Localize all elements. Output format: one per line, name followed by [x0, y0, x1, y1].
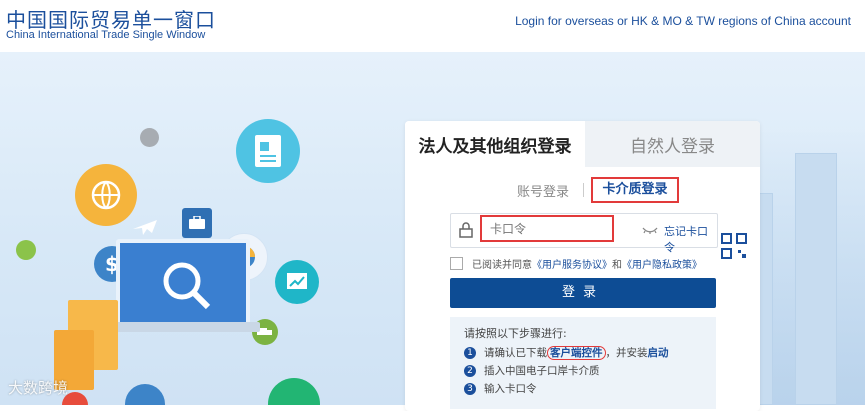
building-shape [795, 153, 837, 405]
card-pin-input[interactable] [480, 215, 614, 242]
overseas-login-link[interactable]: Login for overseas or HK & MO & TW regio… [515, 14, 851, 28]
briefcase-icon [182, 208, 212, 238]
step-item: 3 输入卡口令 [464, 381, 537, 396]
step-text: 请确认已下载 [484, 347, 547, 359]
step-text: ，并安装 [605, 347, 648, 359]
pin-field-row: 忘记卡口令 [450, 213, 718, 254]
tab-organization-login[interactable]: 法人及其他组织登录 [405, 121, 585, 167]
login-panel: 法人及其他组织登录 自然人登录 账号登录 卡介质登录 忘记卡口令 已阅读并同意《… [405, 121, 760, 411]
lock-icon [459, 222, 473, 238]
forgot-pin-link[interactable]: 忘记卡口令 [664, 223, 717, 255]
service-agreement-link[interactable]: 《用户服务协议》 [532, 260, 612, 271]
watermark-text: 大数跨境 [8, 379, 69, 397]
document-icon [236, 119, 300, 183]
logo-title-en: China International Trade Single Window [6, 29, 206, 41]
agreement-and: 和 [612, 260, 622, 271]
green-dot [16, 240, 36, 260]
login-button[interactable]: 登录 [450, 278, 716, 308]
growth-chart-icon [275, 260, 319, 304]
privacy-policy-link[interactable]: 《用户隐私政策》 [622, 260, 702, 271]
pie-chart-icon [268, 378, 320, 405]
globe-icon [75, 164, 137, 226]
login-steps-box: 请按照以下步骤进行: 1 请确认已下载 客户端控件 ，并安装启动 2 插入中国电子口岸卡… [450, 317, 716, 409]
step-item: 2 插入中国电子口岸卡介质 [464, 363, 600, 378]
monitor-stand [100, 322, 260, 332]
step-text: 插入中国电子口岸卡介质 [484, 365, 600, 377]
client-control-download-link[interactable]: 客户端控件 [547, 346, 606, 360]
step-number: 3 [464, 383, 476, 395]
step-number: 2 [464, 365, 476, 377]
airplane-icon [130, 212, 160, 242]
start-link[interactable]: 启动 [648, 347, 669, 359]
agreement-text: 已阅读并同意《用户服务协议》和《用户隐私政策》 [472, 256, 702, 271]
step-item: 1 请确认已下载 客户端控件 ，并安装启动 [464, 345, 669, 360]
monitor-illustration [116, 239, 250, 327]
divider [583, 183, 584, 197]
login-method-tabs: 账号登录 卡介质登录 [405, 177, 760, 259]
eye-closed-icon[interactable] [642, 224, 658, 236]
tab-card-login[interactable]: 卡介质登录 [591, 177, 679, 203]
step-number: 1 [464, 347, 476, 359]
tab-individual-login[interactable]: 自然人登录 [585, 121, 760, 167]
site-header: 中国国际贸易单一窗口 China International Trade Sin… [0, 0, 865, 52]
agreement-checkbox[interactable] [450, 257, 463, 270]
tab-account-login[interactable]: 账号登录 [517, 181, 569, 200]
step-text: 输入卡口令 [484, 383, 537, 395]
clipboard-icon [125, 384, 165, 405]
agreement-prefix: 已阅读并同意 [472, 260, 532, 271]
qr-code-icon[interactable] [721, 233, 747, 259]
grey-dot [140, 128, 159, 147]
steps-title: 请按照以下步骤进行: [464, 327, 567, 340]
